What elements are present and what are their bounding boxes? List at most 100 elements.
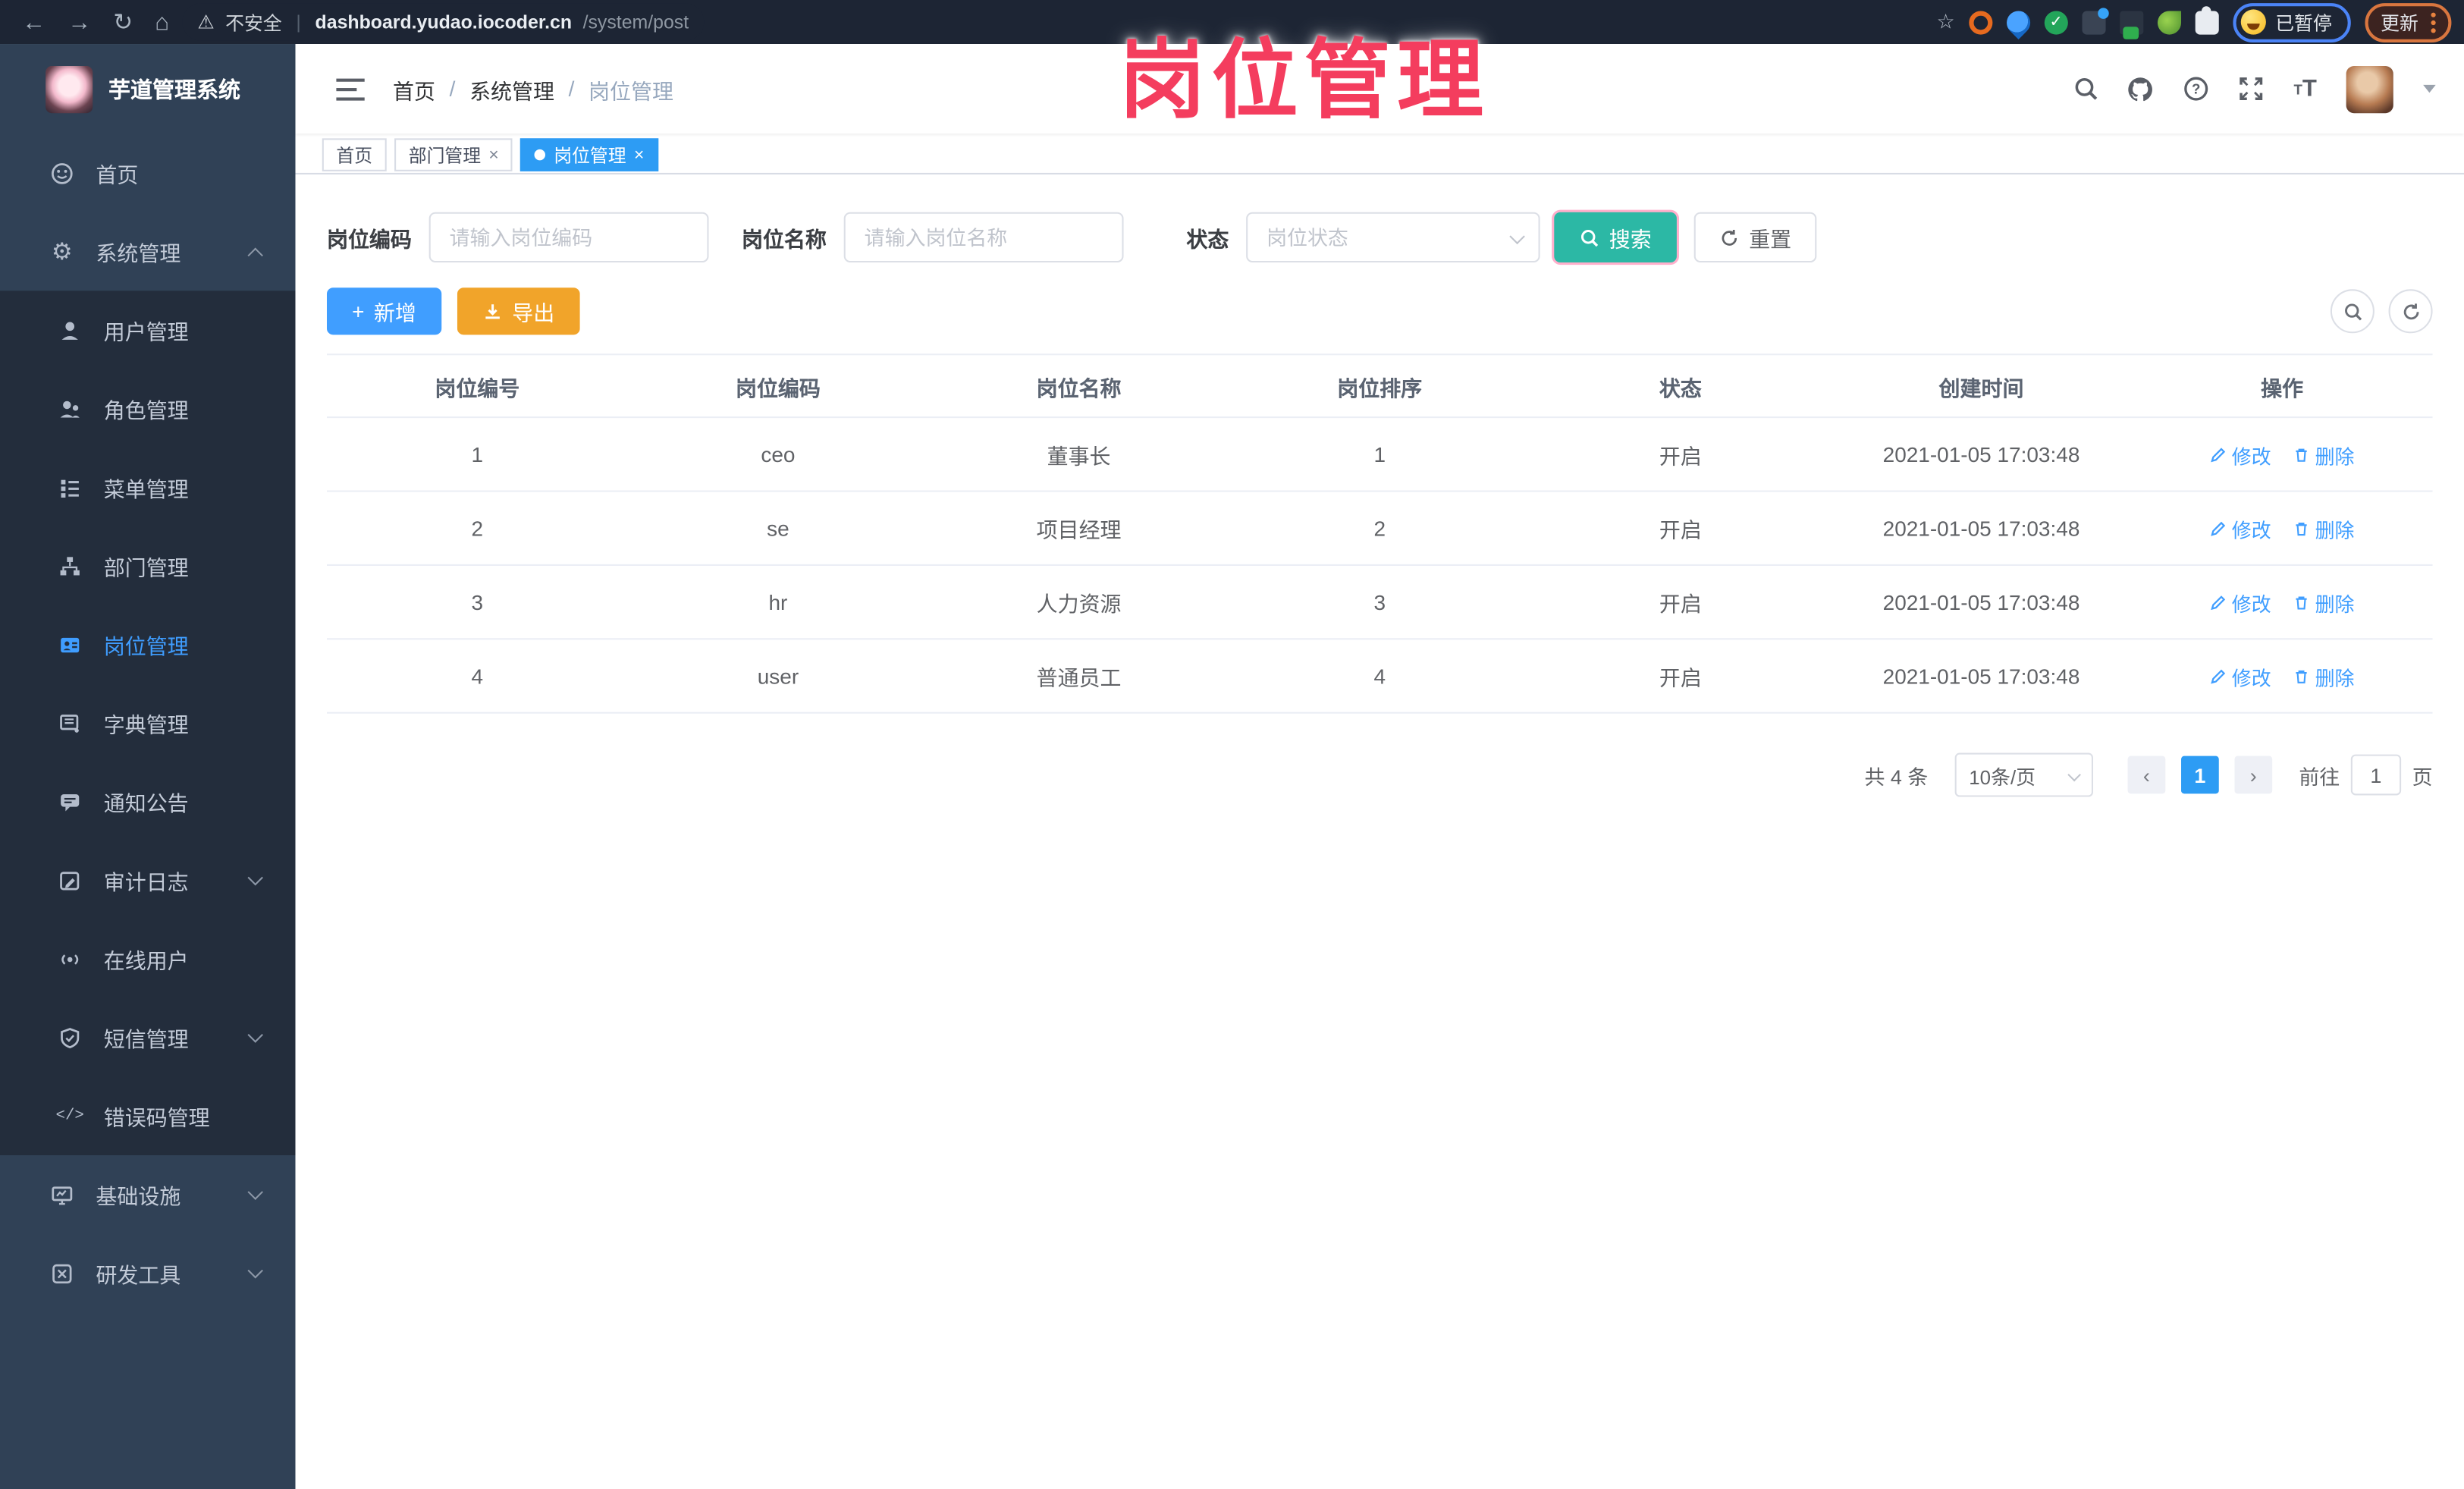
delete-link-label: 删除: [2315, 593, 2355, 616]
sidebar-item-error-codes[interactable]: </> 错误码管理: [0, 1076, 296, 1155]
not-secure-label[interactable]: 不安全: [225, 8, 282, 35]
table-header-row: 岗位编号 岗位编码 岗位名称 岗位排序 状态 创建时间 操作: [326, 355, 2433, 419]
edit-link[interactable]: 修改: [2210, 439, 2271, 469]
cell-id: 4: [471, 664, 484, 688]
status-select[interactable]: [1246, 212, 1540, 263]
sidebar-item-dictionary[interactable]: 字典管理: [0, 683, 296, 762]
tab-departments[interactable]: 部门管理 ×: [394, 138, 513, 171]
delete-link[interactable]: 删除: [2293, 514, 2354, 543]
page-1-button[interactable]: 1: [2180, 755, 2219, 794]
extension-orange-ring-icon[interactable]: [1969, 10, 1993, 34]
sidebar-item-home[interactable]: 首页: [0, 134, 296, 212]
cell-status: 开启: [1659, 445, 1702, 469]
delete-link[interactable]: 删除: [2293, 439, 2354, 469]
edit-link-label: 修改: [2231, 667, 2271, 690]
edit-link[interactable]: 修改: [2210, 514, 2271, 543]
page-size-select[interactable]: 10条/页: [1954, 752, 2093, 797]
export-button-label: 导出: [512, 301, 555, 325]
edit-link[interactable]: 修改: [2210, 587, 2271, 617]
browser-back-icon[interactable]: ←: [22, 8, 46, 35]
browser-menu-kebab-icon[interactable]: [2431, 11, 2436, 33]
browser-reload-icon[interactable]: ↻: [113, 8, 133, 36]
breadcrumb-home[interactable]: 首页: [393, 73, 435, 104]
profile-emoji-icon: [2240, 9, 2266, 35]
address-bar[interactable]: ⚠ 不安全 | dashboard.yudao.iocoder.cn/syste…: [181, 3, 705, 41]
sidebar-item-users[interactable]: 用户管理: [0, 291, 296, 369]
export-button[interactable]: 导出: [457, 287, 580, 335]
font-size-icon[interactable]: TT: [2291, 74, 2319, 102]
extension-badged-icon[interactable]: [2120, 10, 2144, 39]
browser-forward-icon[interactable]: →: [67, 8, 91, 35]
search-button[interactable]: 搜索: [1554, 212, 1677, 263]
sidebar-item-roles[interactable]: 角色管理: [0, 369, 296, 448]
sidebar-item-dev-tools[interactable]: 研发工具: [0, 1234, 296, 1313]
refresh-table-button[interactable]: [2388, 289, 2433, 334]
prev-page-button[interactable]: ‹: [2127, 755, 2166, 794]
tab-close-icon[interactable]: ×: [488, 146, 498, 165]
cell-sort: 1: [1373, 442, 1386, 466]
sidebar-item-departments[interactable]: 部门管理: [0, 526, 296, 605]
cell-name: 普通员工: [1036, 666, 1122, 690]
cell-id: 1: [471, 442, 484, 466]
sidebar-item-posts[interactable]: 岗位管理: [0, 605, 296, 684]
cell-id: 2: [471, 516, 484, 540]
tab-close-icon[interactable]: ×: [634, 146, 644, 165]
delete-link[interactable]: 删除: [2293, 661, 2354, 690]
cell-code: ceo: [761, 442, 796, 466]
sidebar-item-sms[interactable]: 短信管理: [0, 998, 296, 1077]
browser-update-button[interactable]: 更新: [2365, 2, 2452, 42]
url-path: /system/post: [582, 11, 689, 33]
header-search-icon[interactable]: [2071, 74, 2099, 102]
breadcrumb-current: 岗位管理: [589, 79, 673, 103]
edit-link[interactable]: 修改: [2210, 661, 2271, 690]
app-logo-avatar: [46, 64, 93, 113]
sidebar-item-audit-log[interactable]: 审计日志: [0, 841, 296, 920]
sms-shield-icon: [57, 1024, 83, 1051]
sidebar-item-menus[interactable]: 菜单管理: [0, 448, 296, 527]
trash-icon: [2296, 522, 2308, 536]
sidebar-item-system[interactable]: ⚙ 系统管理: [0, 212, 296, 291]
edit-icon: [2211, 520, 2226, 536]
plus-icon: +: [352, 299, 365, 323]
extension-leaf-icon[interactable]: [2157, 10, 2181, 34]
avatar-caret-down-icon[interactable]: [2423, 84, 2436, 93]
delete-link[interactable]: 删除: [2293, 587, 2355, 617]
profile-paused-chip[interactable]: 已暂停: [2233, 2, 2351, 42]
svg-text:?: ?: [2191, 81, 2199, 97]
sidebar-item-label: 字典管理: [103, 713, 189, 737]
post-code-input[interactable]: [428, 212, 709, 263]
sidebar-item-infrastructure[interactable]: 基础设施: [0, 1155, 296, 1234]
extension-green-check-icon[interactable]: ✓: [2044, 10, 2068, 34]
extension-blue-pin-icon[interactable]: [2001, 5, 2036, 39]
user-avatar[interactable]: [2346, 64, 2393, 113]
dictionary-book-icon: [57, 710, 83, 737]
goto-page-input[interactable]: [2350, 754, 2402, 796]
col-created: 创建时间: [1938, 376, 2024, 401]
extension-grid-icon[interactable]: [2082, 7, 2109, 34]
url-host[interactable]: dashboard.yudao.iocoder.cn: [315, 11, 573, 33]
breadcrumb-system[interactable]: 系统管理: [469, 73, 554, 104]
post-name-input[interactable]: [843, 212, 1124, 263]
add-button[interactable]: + 新增: [326, 287, 442, 335]
browser-home-icon[interactable]: ⌂: [155, 8, 169, 35]
tab-home[interactable]: 首页: [322, 138, 387, 171]
app-logo[interactable]: 芋道管理系统: [0, 44, 296, 134]
cell-name: 人力资源: [1036, 592, 1122, 617]
sidebar-item-online-users[interactable]: 在线用户: [0, 919, 296, 998]
toggle-search-button[interactable]: [2330, 289, 2375, 334]
sidebar-item-label: 用户管理: [103, 320, 189, 344]
reset-button[interactable]: 重置: [1693, 212, 1817, 263]
next-page-button[interactable]: ›: [2234, 755, 2273, 794]
sidebar-item-label: 岗位管理: [103, 635, 189, 659]
sidebar-collapse-button[interactable]: [336, 77, 365, 100]
user-icon: [57, 317, 83, 344]
fullscreen-icon[interactable]: [2236, 74, 2265, 102]
bookmark-star-icon[interactable]: ☆: [1936, 9, 1954, 34]
extensions-puzzle-icon[interactable]: [2195, 5, 2219, 34]
status-select-input[interactable]: [1246, 212, 1540, 263]
help-icon[interactable]: ?: [2181, 74, 2209, 102]
sidebar-item-notices[interactable]: 通知公告: [0, 762, 296, 841]
sidebar: 芋道管理系统 首页 ⚙ 系统管理 用户管理 角色管理 菜单管理 部门管理 岗位管…: [0, 44, 296, 1489]
tab-posts-active[interactable]: 岗位管理 ×: [520, 138, 658, 171]
github-icon[interactable]: [2127, 74, 2155, 102]
